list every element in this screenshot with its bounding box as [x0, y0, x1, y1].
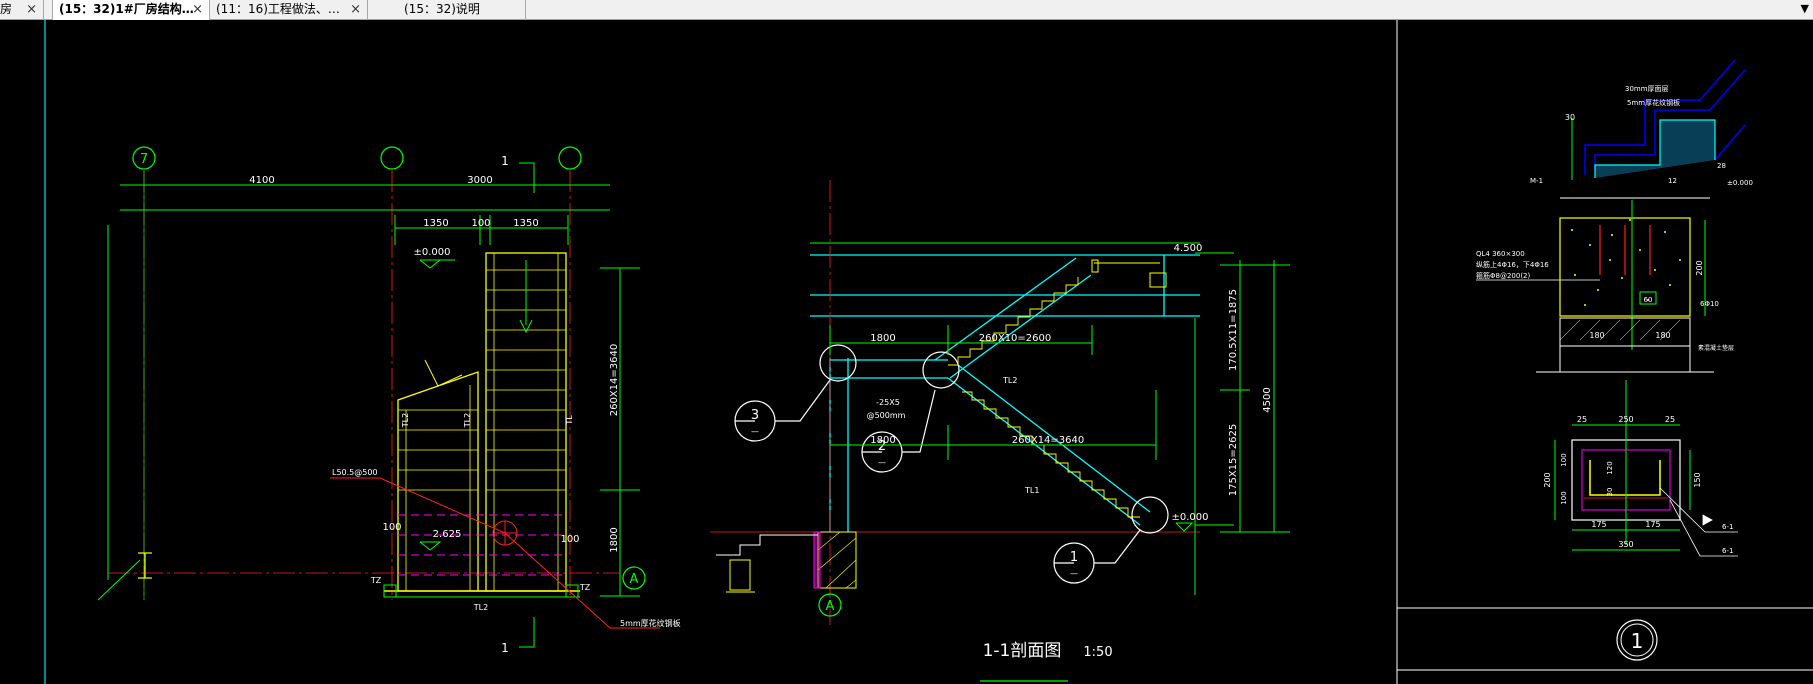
detail-elevation-0: ±0.000 — [1727, 179, 1753, 187]
detail-beam-note-3: 箍筋Φ8@200(2) — [1476, 271, 1531, 280]
tab-partial[interactable]: 房 × — [0, 0, 44, 20]
section-mark-top: 1 — [501, 154, 509, 168]
plan-elevation-0: ±0.000 — [413, 247, 450, 258]
detail-beam-note-1: QL4 360×300 — [1476, 250, 1525, 258]
detail-label-m1: M-1 — [1530, 177, 1543, 185]
label-tl2-bottom: TL2 — [473, 603, 488, 612]
close-icon[interactable]: × — [350, 0, 361, 19]
detail-dim-25-left: 25 — [1577, 415, 1587, 424]
callout-1: 1 — [1070, 550, 1078, 565]
plan-elevation-2625: 2.625 — [433, 529, 462, 540]
section-scale: 1:50 — [1083, 645, 1112, 660]
chevron-down-icon[interactable]: ▼ — [1801, 0, 1809, 18]
dim-total-4500: 4500 — [1262, 387, 1273, 412]
detail-dim-250: 250 — [1618, 415, 1633, 424]
label-tz-right: TZ — [579, 583, 591, 592]
detail-dim-30: 30 — [1565, 113, 1575, 122]
detail-dim-25-right: 25 — [1665, 415, 1675, 424]
label-tl2-section: TL2 — [1002, 376, 1017, 385]
section-title: 1-1剖面图 — [983, 641, 1062, 661]
detail-dim-180-right: 180 — [1655, 331, 1670, 340]
tab-label: 房 — [0, 2, 13, 16]
detail-label-60: 60 — [1644, 296, 1653, 304]
label-tz-left: TZ — [370, 576, 382, 585]
tab-structure-drawing[interactable]: (15：32)1#厂房结构… × — [52, 0, 210, 20]
tab-engineering-method[interactable]: (11：16)工程做法、… × — [210, 0, 368, 20]
detail-label-6-1-a: 6-1 — [1722, 523, 1733, 531]
detail-number: 1 — [1631, 629, 1644, 653]
tab-label: (15：32)1#厂房结构… — [59, 2, 194, 16]
detail-label-6-1-b: 6-1 — [1722, 547, 1733, 555]
detail-note-plate: 5mm厚花纹钢板 — [1627, 98, 1680, 107]
dim-1350-right: 1350 — [513, 218, 538, 229]
close-icon[interactable]: × — [26, 0, 37, 19]
dim-1800-vertical: 1800 — [609, 527, 620, 552]
detail-label-12: 12 — [1668, 177, 1677, 185]
dim-1350-left: 1350 — [423, 218, 448, 229]
tab-notes[interactable]: (15：32)说明 — [368, 0, 526, 20]
detail-dim-350: 350 — [1618, 540, 1633, 549]
detail-beam-note-2: 纵筋上4Φ16，下4Φ16 — [1476, 260, 1549, 269]
label-steel-plate: 5mm厚花纹钢板 — [620, 618, 681, 628]
detail-dim-150: 150 — [1693, 472, 1702, 487]
detail-dim-200: 200 — [1695, 260, 1704, 275]
detail-dim-180-left: 180 — [1589, 331, 1604, 340]
label-tl1-section: TL1 — [1024, 486, 1039, 495]
dim-run-3640: 260X14=3640 — [609, 344, 620, 417]
label-spacing: @500mm — [867, 411, 906, 420]
dim-100: 100 — [471, 218, 490, 229]
callout-3: 3 — [751, 408, 759, 423]
detail-note-surface: 30mm厚面层 — [1625, 85, 1669, 93]
label-tl2-a: TL2 — [401, 413, 410, 428]
dim-1800-lower: 1800 — [870, 435, 895, 446]
close-icon[interactable]: × — [192, 0, 203, 19]
detail-label-6phi10: 6Φ10 — [1700, 300, 1719, 308]
detail-label-28: 28 — [1717, 162, 1726, 170]
dim-side-100-right: 100 — [560, 534, 579, 545]
dim-3000: 3000 — [467, 175, 492, 186]
dim-step-upper: 260X10=2600 — [979, 333, 1052, 344]
grid-label-a-section: A — [826, 599, 835, 614]
tab-label: (15：32)说明 — [404, 2, 480, 16]
label-tl2-b: TL2 — [463, 413, 472, 428]
callout-1-sub: — — [1070, 569, 1078, 578]
detail-dim-175-right: 175 — [1645, 520, 1660, 529]
detail-dim-30b: 30 — [1606, 488, 1614, 497]
detail-dim-175-left: 175 — [1591, 520, 1606, 529]
cad-drawing-canvas[interactable]: 7 A 4100 3000 1350 100 1350 1 1 ±0.000 2… — [0, 20, 1813, 684]
grid-label-a: A — [630, 572, 639, 587]
label-pipe: -25X5 — [876, 398, 900, 407]
callout-3-sub: — — [751, 427, 759, 436]
detail-dim-100-bottom: 100 — [1560, 491, 1568, 504]
label-tl: TL — [565, 415, 574, 426]
callout-2-sub: — — [878, 458, 886, 467]
dim-side-100-left: 100 — [382, 522, 401, 533]
elevation-top: 4.500 — [1174, 243, 1203, 254]
label-rebar: L50.5@500 — [332, 468, 378, 477]
dim-step-lower: 260X14=3640 — [1012, 435, 1085, 446]
detail-dim-200-column: 200 — [1543, 472, 1552, 487]
detail-dim-100-top: 100 — [1560, 453, 1568, 466]
detail-dim-120: 120 — [1606, 461, 1614, 474]
dim-vertical-upper: 170.5X11=1875 — [1228, 289, 1239, 371]
dim-1800-upper: 1800 — [870, 333, 895, 344]
grid-label-7: 7 — [140, 152, 148, 167]
dim-vertical-lower: 175X15=2625 — [1228, 424, 1239, 497]
section-mark-bottom: 1 — [501, 641, 509, 655]
tab-bar: 房 × (15：32)1#厂房结构… × (11：16)工程做法、… × (15… — [0, 0, 1813, 20]
tab-label: (11：16)工程做法、… — [216, 2, 340, 16]
detail-base-note: 素混凝土垫层 — [1698, 344, 1734, 352]
elevation-bottom: ±0.000 — [1171, 512, 1208, 523]
dim-4100: 4100 — [249, 175, 274, 186]
